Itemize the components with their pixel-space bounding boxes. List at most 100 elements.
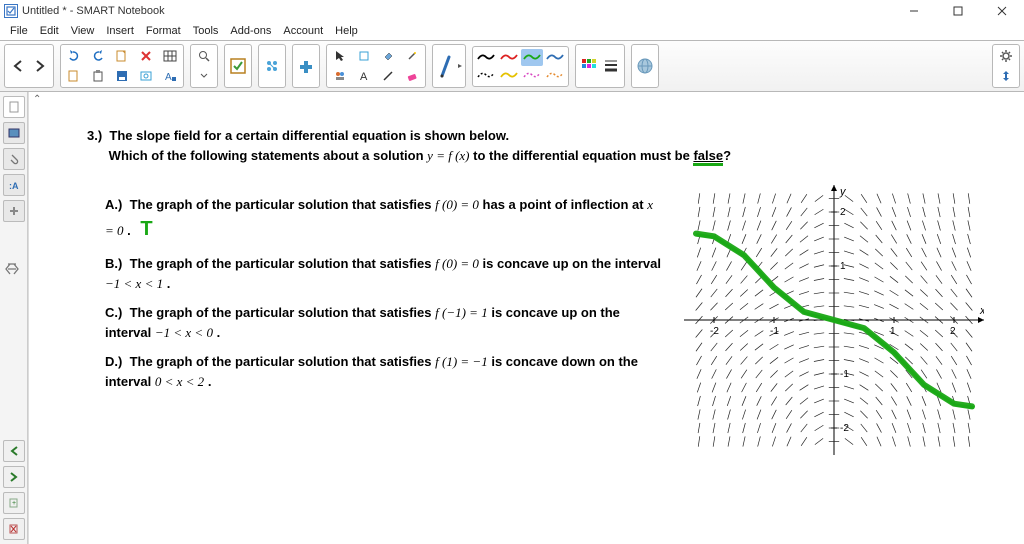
- select-tool[interactable]: [329, 47, 351, 65]
- move-toolbar-button[interactable]: [995, 67, 1017, 85]
- zoom-dropdown[interactable]: [193, 67, 215, 85]
- question-math: y = f (x): [427, 148, 469, 163]
- attachments-tab[interactable]: [3, 148, 25, 170]
- line-tool[interactable]: [377, 67, 399, 85]
- properties-tab[interactable]: :A: [3, 174, 25, 196]
- fill-tool[interactable]: [377, 47, 399, 65]
- pen-orange[interactable]: [544, 67, 566, 84]
- zoom-button[interactable]: [193, 47, 215, 65]
- toolbar-addon-group: [292, 44, 320, 88]
- pen-red[interactable]: [498, 49, 520, 66]
- capture-button[interactable]: [135, 67, 157, 85]
- delete-page-sidebar[interactable]: [3, 518, 25, 540]
- page-sorter[interactable]: [3, 96, 25, 118]
- svg-text:x: x: [979, 305, 984, 317]
- menu-account[interactable]: Account: [277, 24, 329, 38]
- svg-text:+: +: [12, 500, 16, 507]
- response-button[interactable]: [227, 47, 249, 85]
- sidebar-collapse[interactable]: [4, 260, 22, 283]
- option-B: B.) The graph of the particular solution…: [105, 254, 664, 293]
- shape-pen-tool[interactable]: [353, 47, 375, 65]
- menu-tools[interactable]: Tools: [187, 24, 225, 38]
- forward-button[interactable]: [29, 47, 51, 85]
- svg-text:2: 2: [950, 326, 956, 337]
- settings-button[interactable]: [995, 47, 1017, 65]
- toolbar-file-group: A: [60, 44, 184, 88]
- menu-help[interactable]: Help: [329, 24, 364, 38]
- toolbar-tools-group: A: [326, 44, 426, 88]
- toolbar-activity-group: [258, 44, 286, 88]
- pen-yellow[interactable]: [498, 67, 520, 84]
- question-line2a: Which of the following statements about …: [109, 148, 428, 163]
- pen-blue[interactable]: [544, 49, 566, 66]
- svg-text:-2: -2: [840, 423, 849, 434]
- paste-button[interactable]: [87, 67, 109, 85]
- question-stem: 3.) The slope field for a certain differ…: [87, 126, 984, 165]
- magic-pen-tool[interactable]: [401, 47, 423, 65]
- menu-format[interactable]: Format: [140, 24, 187, 38]
- question-line2b: to the differential equation must be: [473, 148, 693, 163]
- redo-button[interactable]: [87, 47, 109, 65]
- workspace: :A + ⌃ 3.) The slope field for a certain…: [0, 92, 1024, 544]
- toolbar-share-group: [631, 44, 659, 88]
- question-line1: The slope field for a certain differenti…: [109, 128, 509, 143]
- delete-button[interactable]: [135, 47, 157, 65]
- menu-bar: File Edit View Insert Format Tools Add-o…: [0, 22, 1024, 40]
- toolbar-pen-group: [432, 44, 466, 88]
- pen-tool[interactable]: [435, 47, 457, 85]
- toolbar-nav-group: [4, 44, 54, 88]
- option-C: C.) The graph of the particular solution…: [105, 303, 664, 342]
- menu-edit[interactable]: Edit: [34, 24, 65, 38]
- annotation-T: T: [140, 218, 152, 240]
- pen-green[interactable]: [521, 49, 543, 66]
- title-bar: Untitled * - SMART Notebook: [0, 0, 1024, 22]
- menu-insert[interactable]: Insert: [100, 24, 140, 38]
- menu-addons[interactable]: Add-ons: [224, 24, 277, 38]
- doccam-button[interactable]: A: [159, 67, 181, 85]
- svg-text:A: A: [360, 71, 368, 82]
- maximize-button[interactable]: [936, 0, 980, 22]
- window-controls: [892, 0, 1024, 22]
- svg-text:-1: -1: [840, 369, 849, 380]
- option-C-label: C.): [105, 305, 122, 320]
- question-false: false: [693, 148, 723, 166]
- add-page-sidebar[interactable]: +: [3, 492, 25, 514]
- addons-tab[interactable]: [3, 200, 25, 222]
- back-button[interactable]: [7, 47, 29, 85]
- undo-button[interactable]: [63, 47, 85, 65]
- gallery-tab[interactable]: [3, 122, 25, 144]
- open-button[interactable]: [63, 67, 85, 85]
- menu-view[interactable]: View: [65, 24, 101, 38]
- prev-page-button[interactable]: [3, 440, 25, 462]
- share-button[interactable]: [634, 47, 656, 85]
- eraser-tool[interactable]: [401, 67, 423, 85]
- canvas[interactable]: ⌃ 3.) The slope field for a certain diff…: [28, 92, 1024, 544]
- minimize-button[interactable]: [892, 0, 936, 22]
- option-D-label: D.): [105, 354, 122, 369]
- addon-button[interactable]: [295, 47, 317, 85]
- close-button[interactable]: [980, 0, 1024, 22]
- dual-page-tool[interactable]: [329, 67, 351, 85]
- text-tool[interactable]: A: [353, 67, 375, 85]
- pen-magenta[interactable]: [521, 67, 543, 84]
- toolbar-pen-colors: [472, 46, 569, 87]
- pen-black[interactable]: [475, 49, 497, 66]
- svg-text:-2: -2: [710, 326, 719, 337]
- toolbar: A A: [0, 40, 1024, 92]
- window-title: Untitled * - SMART Notebook: [22, 5, 165, 17]
- save-button[interactable]: [111, 67, 133, 85]
- pen-dash-black[interactable]: [475, 67, 497, 84]
- activity-button[interactable]: [261, 47, 283, 85]
- question-qmark: ?: [723, 148, 731, 163]
- option-A-label: A.): [105, 197, 122, 212]
- next-page-button[interactable]: [3, 466, 25, 488]
- question-number: 3.): [87, 128, 102, 143]
- toolbar-right-group: [992, 44, 1020, 88]
- svg-text::A: :A: [9, 181, 19, 191]
- menu-file[interactable]: File: [4, 24, 34, 38]
- color-picker-button[interactable]: [578, 47, 600, 85]
- table-button[interactable]: [159, 47, 181, 65]
- new-page-button[interactable]: [111, 47, 133, 65]
- page-content: 3.) The slope field for a certain differ…: [39, 102, 1014, 538]
- line-props-button[interactable]: [600, 47, 622, 85]
